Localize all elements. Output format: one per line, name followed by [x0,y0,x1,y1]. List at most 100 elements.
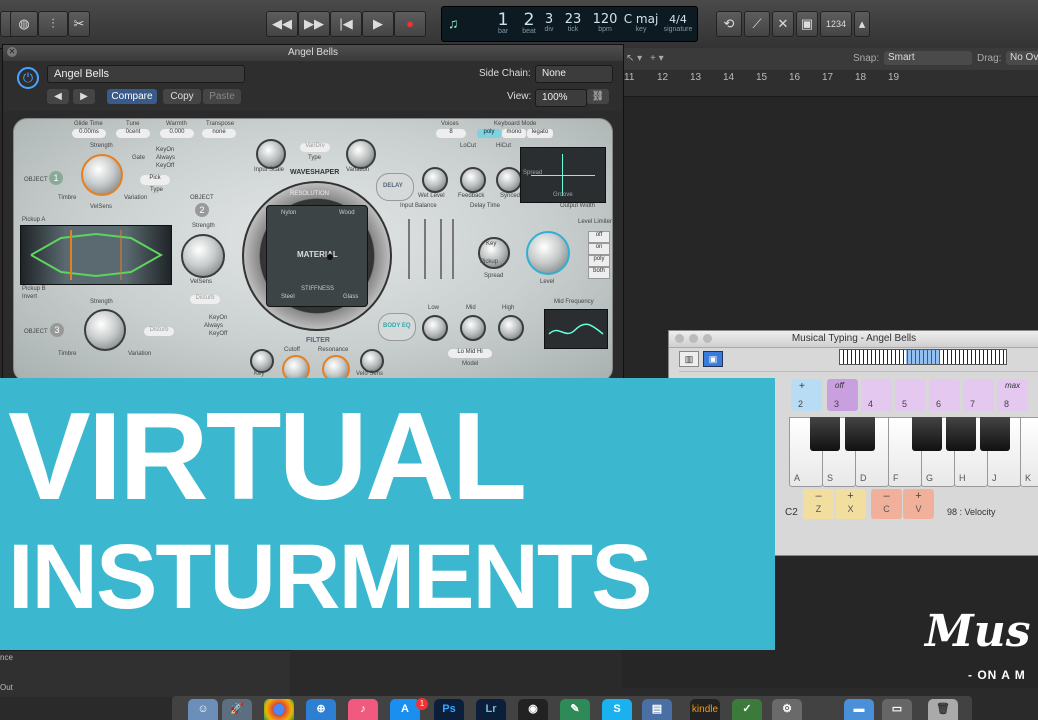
object2-strength-knob[interactable] [181,234,225,278]
chrome-icon[interactable] [264,699,294,720]
slider-4[interactable] [452,219,454,279]
link-icon[interactable]: ⛓ [587,89,609,104]
system-prefs-icon[interactable]: ⚙ [772,699,802,720]
itunes-icon[interactable]: ♪ [348,699,378,720]
object3-keyon[interactable]: KeyOn [209,315,227,321]
rewind-button[interactable]: ◀◀ [266,11,298,37]
pad-5[interactable]: 5 [895,379,926,411]
black-key-u[interactable] [980,417,1010,451]
invert-label[interactable]: Invert [22,294,37,300]
eq-low-knob[interactable] [422,315,448,341]
skype-icon[interactable]: S [602,699,632,720]
editors-icon[interactable]: ✂ [68,11,90,37]
input-scale-knob[interactable] [256,139,286,169]
feedback-knob[interactable] [460,167,486,193]
copy-button[interactable]: Copy [163,89,201,104]
object3-strength-knob[interactable] [84,309,126,351]
object1-type-select[interactable]: Pick [140,175,170,185]
mode-poly[interactable]: poly [477,129,501,138]
folder-icon[interactable]: ▬ [844,699,874,720]
tune-value[interactable]: 0cent [116,129,150,138]
photoshop-icon[interactable]: Ps [434,699,464,720]
pad-octave-up[interactable]: +2 [791,379,822,411]
mode-mono[interactable]: mono [502,129,526,138]
app-icon[interactable]: ✓ [732,699,762,720]
zoom-icon[interactable] [703,334,712,343]
downloads-icon[interactable]: ▭ [882,699,912,720]
object3-keyoff[interactable]: KeyOff [209,331,227,337]
preview-icon[interactable]: ▤ [642,699,672,720]
trash-icon[interactable]: 🗑 [928,699,958,720]
white-key-k[interactable]: K [1020,417,1038,487]
side-chain-select[interactable]: None [535,65,613,83]
go-to-start-button[interactable]: |◀ [330,11,362,37]
logic-icon[interactable]: ◉ [518,699,548,720]
level-knob[interactable] [526,231,570,275]
material-puck[interactable] [327,254,333,260]
object3-type-select[interactable]: Disturb [144,327,174,336]
lcd-display[interactable]: ♫ 1 bar 2 beat 3 div 23 tick 120 bpm C maj key… [441,6,698,42]
metronome-button[interactable]: ▴ [854,11,870,37]
object2-type-select[interactable]: Disturb [190,295,220,304]
close-icon[interactable] [675,334,684,343]
warmth-value[interactable]: 0.000 [160,129,194,138]
finder-icon[interactable]: ☺ [188,699,218,720]
black-key-e[interactable] [845,417,875,451]
velo-sens-knob[interactable] [360,349,384,373]
lightroom-icon[interactable]: Lr [476,699,506,720]
snap-select[interactable]: Smart [884,51,972,65]
tuner-icon[interactable]: ⟋ [744,11,770,37]
limiter-off[interactable]: off [588,231,610,243]
object1-keyon[interactable]: KeyOn [156,147,174,153]
forward-button[interactable]: ▶▶ [298,11,330,37]
filter-key-knob[interactable] [250,349,274,373]
piano-view-icon[interactable]: ▥ [679,351,699,367]
cycle-icon[interactable]: ⟲ [716,11,742,37]
body-eq-toggle[interactable]: BODY EQ [378,313,416,341]
power-icon[interactable]: ⏻ [17,67,39,89]
velocity-down-button[interactable]: – C [871,489,902,519]
pad-sustain-off[interactable]: off 3 [827,379,858,411]
black-key-y[interactable] [946,417,976,451]
synced-knob[interactable] [496,167,522,193]
material-pad[interactable]: Nylon Wood MATERIAL Steel STIFFNESS Glas… [266,205,368,307]
kindle-icon[interactable]: kindle [690,699,720,720]
eq-display[interactable] [544,309,608,349]
mode-legato[interactable]: legato [527,129,553,138]
eq-high-knob[interactable] [498,315,524,341]
transpose-value[interactable]: none [202,129,236,138]
object2-number[interactable]: 2 [195,203,209,217]
slider-2[interactable] [424,219,426,279]
pad-max[interactable]: max 8 [997,379,1028,411]
envelope-sliders[interactable] [402,215,462,285]
keyboard-range-overview[interactable] [839,349,1007,365]
black-key-w[interactable] [810,417,840,451]
launchpad-icon[interactable]: 🚀 [222,699,252,720]
evernote-icon[interactable]: ✎ [560,699,590,720]
record-button[interactable]: ● [394,11,426,37]
slider-3[interactable] [440,219,442,279]
waveshaper-variation-knob[interactable] [346,139,376,169]
limiter-poly[interactable]: poly [588,255,610,267]
object1-always[interactable]: Always [156,155,175,161]
minimize-icon[interactable] [689,334,698,343]
pad-6[interactable]: 6 [929,379,960,411]
object1-keyoff[interactable]: KeyOff [156,163,174,169]
count-button[interactable]: 1234 [820,11,852,37]
eq-model-select[interactable]: Lo Mid Hi [448,349,492,358]
object1-strength-knob[interactable] [81,154,123,196]
preset-select[interactable]: Angel Bells [47,65,245,83]
safari-icon[interactable]: ⊕ [306,699,336,720]
string-display[interactable] [20,225,172,285]
object3-number[interactable]: 3 [50,323,64,337]
object1-number[interactable]: 1 [49,171,63,185]
paste-button[interactable]: Paste [203,89,241,104]
next-preset-button[interactable]: ▶ [73,89,95,104]
typing-view-icon[interactable]: ▣ [703,351,723,367]
pad-4[interactable]: 4 [861,379,892,411]
play-button[interactable]: ▶ [362,11,394,37]
wet-level-knob[interactable] [422,167,448,193]
view-select[interactable]: 100% [535,89,587,107]
prev-preset-button[interactable]: ◀ [47,89,69,104]
mixer-icon[interactable]: ⫶ [38,11,68,37]
